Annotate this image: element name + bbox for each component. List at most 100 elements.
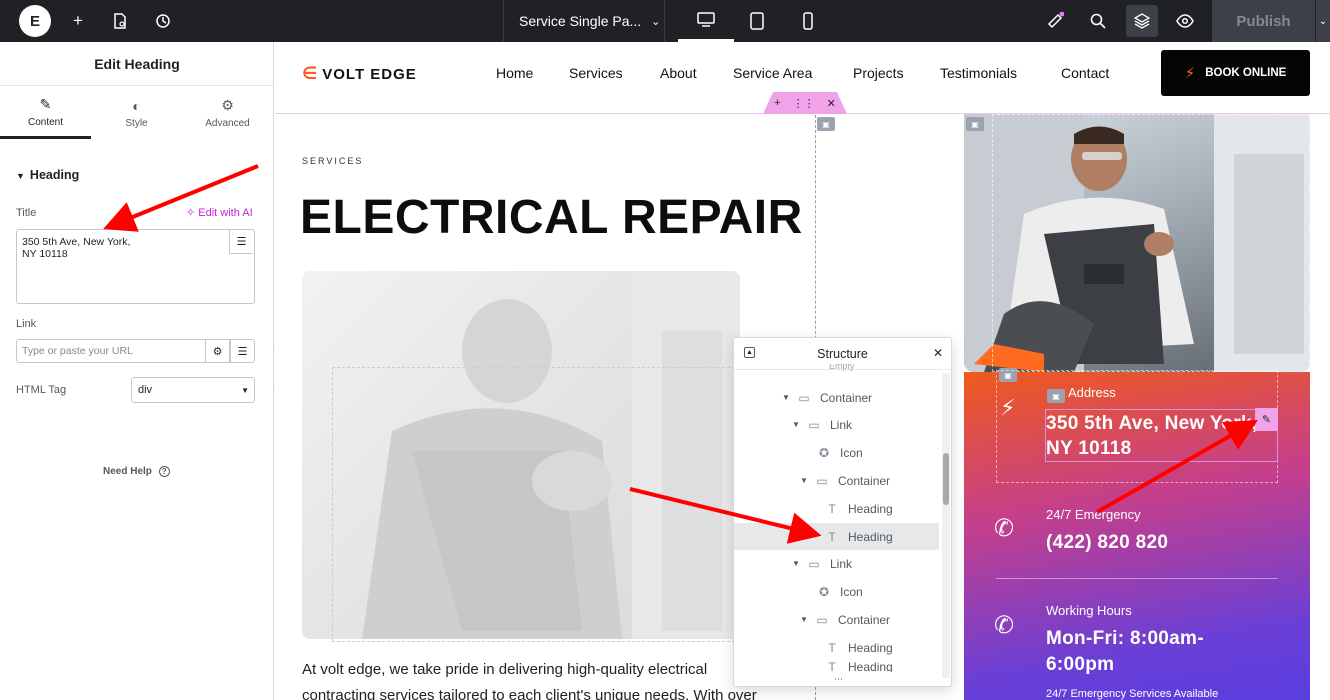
elementor-logo[interactable]: E (19, 5, 51, 37)
link-options-gear-icon[interactable]: ⚙ (205, 339, 230, 363)
structure-item-icon[interactable]: ✪ Icon (734, 439, 939, 466)
structure-item-container[interactable]: ▼ ▭ Container (734, 467, 939, 494)
emergency-label: 24/7 Emergency (1046, 507, 1141, 522)
structure-scrollbar[interactable] (942, 373, 950, 678)
image-handle-icon[interactable]: ▣ (966, 117, 984, 131)
caret-down-icon[interactable]: ▼ (792, 420, 804, 429)
half-circle-icon: ◐ (132, 97, 141, 114)
caret-down-icon[interactable]: ▼ (782, 393, 794, 402)
tab-advanced[interactable]: ⚙ Advanced (182, 87, 273, 139)
pin-panel-icon[interactable]: ▲ (744, 347, 755, 358)
drag-handle-icon[interactable]: ⋮⋮ (793, 97, 815, 110)
structure-item-label: Heading (848, 640, 893, 655)
preview-eye-icon[interactable] (1175, 11, 1195, 31)
tab-style[interactable]: ◐ Style (91, 87, 182, 139)
services-eyebrow: SERVICES (302, 156, 364, 166)
lightning-icon: ⚡ (1184, 65, 1196, 82)
site-settings-icon[interactable] (110, 11, 130, 31)
page-selector[interactable]: Service Single Pa... ⌄ (503, 0, 665, 42)
heading-section-toggle[interactable]: ▼ Heading (16, 168, 79, 182)
history-icon[interactable] (153, 11, 173, 31)
mobile-view-icon[interactable] (780, 0, 836, 42)
lightning-icon: ⚡ (1000, 395, 1016, 420)
edit-with-ai-link[interactable]: ✧ Edit with AI (186, 206, 253, 219)
electrician-photo-faded (302, 271, 740, 639)
volt-edge-logo-icon: ∈ (302, 64, 319, 83)
column-handle-icon[interactable]: ▣ (817, 117, 835, 131)
tablet-view-icon[interactable] (729, 0, 785, 42)
structure-item-label: Icon (840, 445, 863, 460)
structure-layers-icon[interactable] (1126, 5, 1158, 37)
structure-panel: ▲ Structure ✕ Empty ▼ ▭ Container ▼ ▭ Link ✪… (733, 337, 952, 687)
need-help-label: Need Help (103, 466, 152, 477)
structure-item-icon[interactable]: ✪ Icon (734, 578, 939, 605)
notifications-icon[interactable] (1045, 11, 1065, 31)
structure-item-heading-selected[interactable]: T Heading (734, 523, 939, 550)
structure-item-container[interactable]: ▼ ▭ Container (734, 606, 939, 633)
page-name: Service Single Pa... (519, 13, 642, 29)
container-icon: ▭ (816, 612, 828, 627)
publish-options-chevron-icon[interactable]: ⌄ (1316, 0, 1330, 42)
pencil-icon: ✎ (39, 95, 52, 112)
dynamic-tags-icon[interactable]: ☰ (229, 230, 253, 254)
nav-projects[interactable]: Projects (853, 65, 904, 81)
structure-item-heading[interactable]: T Heading (734, 660, 939, 672)
desktop-view-icon[interactable] (678, 0, 734, 42)
structure-item-container[interactable]: ▼ ▭ Container (734, 384, 939, 411)
link-label: Link (16, 318, 37, 330)
caret-down-icon: ▼ (16, 171, 25, 181)
link-widget-icon: ▭ (808, 417, 820, 432)
page-title: ELECTRICAL REPAIR (300, 191, 803, 244)
structure-item-label: Container (820, 390, 873, 405)
structure-item-link[interactable]: ▼ ▭ Link (734, 550, 939, 577)
star-icon: ✪ (818, 445, 830, 460)
structure-item-heading[interactable]: T Heading (734, 495, 939, 522)
html-tag-label: HTML Tag (16, 384, 67, 396)
link-url-input[interactable]: Type or paste your URL (16, 339, 206, 363)
structure-item-label: Icon (840, 584, 863, 599)
nav-contact[interactable]: Contact (1061, 65, 1109, 81)
search-icon[interactable] (1088, 11, 1108, 31)
close-icon[interactable]: ✕ (933, 346, 943, 360)
structure-item-label: Heading (848, 660, 893, 672)
image-widget-outline-right (992, 114, 1310, 372)
emergency-phone[interactable]: (422) 820 820 (1046, 532, 1168, 554)
structure-item-heading[interactable]: T Heading (734, 634, 939, 661)
publish-button[interactable]: Publish (1212, 0, 1315, 42)
nav-testimonials[interactable]: Testimonials (940, 65, 1017, 81)
tab-advanced-label: Advanced (205, 118, 250, 129)
container-handle[interactable]: + ⋮⋮ ✕ (763, 92, 847, 114)
card-divider (996, 578, 1278, 579)
add-element-icon[interactable]: + (68, 11, 88, 31)
emergency-note: 24/7 Emergency Services Available (1046, 688, 1219, 700)
hours-line-1: Mon-Fri: 8:00am- (1046, 628, 1204, 649)
brand-logo[interactable]: ∈ VOLT EDGE (302, 64, 417, 84)
title-textarea[interactable]: 350 5th Ave, New York, NY 10118 (16, 229, 255, 304)
need-help-link[interactable]: Need Help ? (103, 466, 170, 477)
sparkle-icon: ✧ (186, 207, 196, 219)
gear-icon: ⚙ (221, 97, 234, 113)
html-tag-select[interactable]: div ▼ (131, 377, 255, 403)
add-icon[interactable]: + (774, 97, 780, 109)
nav-service-area[interactable]: Service Area (733, 65, 812, 81)
link-dynamic-tags-icon[interactable]: ☰ (230, 339, 255, 363)
tab-content[interactable]: ✎ Content (0, 87, 91, 139)
edit-pencil-icon[interactable]: ✎ (1255, 408, 1278, 431)
close-icon[interactable]: ✕ (827, 97, 836, 110)
link-widget-icon: ▭ (808, 556, 820, 571)
chevron-down-icon: ⌄ (651, 15, 661, 28)
caret-down-icon[interactable]: ▼ (800, 615, 812, 624)
book-online-button[interactable]: ⚡ BOOK ONLINE (1161, 50, 1310, 96)
service-description: At volt edge, we take pride in deliverin… (302, 657, 792, 700)
resize-handle-icon[interactable]: ⋯ (834, 674, 843, 685)
nav-home[interactable]: Home (496, 65, 533, 81)
heading-t-icon: T (828, 660, 836, 672)
hours-line-2: 6:00pm (1046, 654, 1115, 675)
structure-scroll-thumb[interactable] (943, 453, 949, 505)
caret-down-icon[interactable]: ▼ (792, 559, 804, 568)
nav-about[interactable]: About (660, 65, 697, 81)
nav-services[interactable]: Services (569, 65, 623, 81)
star-icon: ✪ (818, 584, 830, 599)
caret-down-icon[interactable]: ▼ (800, 476, 812, 485)
structure-item-link[interactable]: ▼ ▭ Link (734, 411, 939, 438)
